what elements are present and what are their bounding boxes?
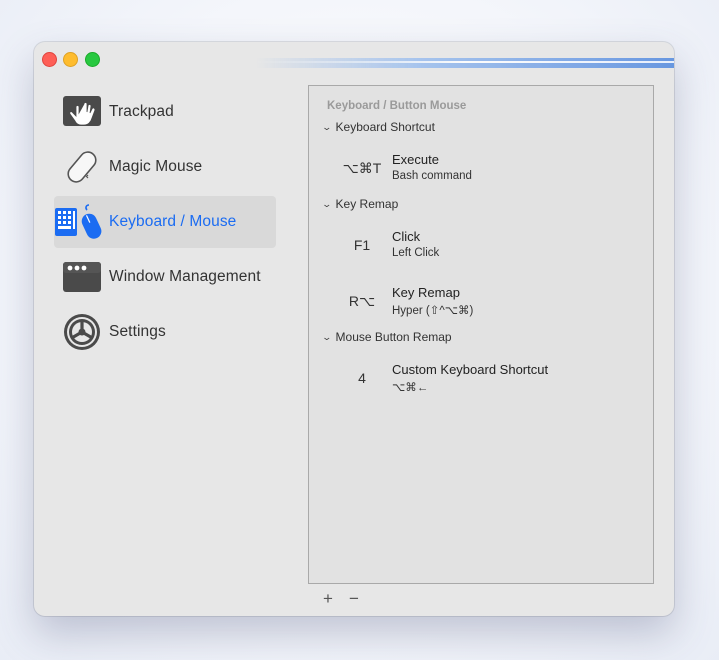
list-item[interactable]: R⌥ Key Remap Hyper (⇧^⌥⌘): [309, 283, 653, 323]
sidebar-item-keyboard-mouse[interactable]: Keyboard / Mouse: [54, 196, 276, 248]
group-keyboard-shortcut[interactable]: ⌄ Keyboard Shortcut: [321, 120, 435, 134]
group-mouse-button-remap[interactable]: ⌄ Mouse Button Remap: [321, 330, 452, 344]
list-item[interactable]: ⌥⌘T Execute Bash command: [309, 150, 653, 190]
shortcut-key: 4: [358, 370, 366, 386]
sidebar-item-window-management[interactable]: Window Management: [54, 251, 276, 303]
list-item[interactable]: 4 Custom Keyboard Shortcut ⌥⌘←: [309, 360, 653, 400]
group-title: Mouse Button Remap: [335, 330, 452, 344]
settings-gear-icon: [62, 312, 102, 352]
shortcut-key: ⌥⌘T: [342, 160, 382, 176]
zoom-window-button[interactable]: [85, 52, 100, 67]
sidebar: Trackpad Magic Mouse Keyboard / Mouse Wi…: [54, 86, 276, 361]
sidebar-item-label: Keyboard / Mouse: [109, 213, 237, 230]
shortcuts-panel: Keyboard / Button Mouse ⌄ Keyboard Short…: [308, 85, 654, 584]
sidebar-item-label: Trackpad: [109, 103, 174, 120]
sidebar-item-label: Window Management: [109, 268, 261, 285]
sidebar-item-label: Settings: [109, 323, 166, 340]
add-button[interactable]: +: [319, 590, 337, 608]
minimize-window-button[interactable]: [63, 52, 78, 67]
trackpad-icon: [62, 92, 102, 132]
window-management-icon: [62, 257, 102, 297]
action-title: Execute: [392, 152, 439, 167]
action-subtitle: Bash command: [392, 170, 472, 182]
chevron-down-icon: ⌄: [321, 121, 333, 132]
list-item[interactable]: F1 Click Left Click: [309, 227, 653, 267]
close-window-button[interactable]: [42, 52, 57, 67]
list-controls: + −: [319, 590, 363, 608]
group-title: Keyboard Shortcut: [335, 120, 435, 134]
action-title: Key Remap: [392, 285, 460, 300]
action-title: Custom Keyboard Shortcut: [392, 362, 549, 377]
chevron-down-icon: ⌄: [321, 331, 333, 342]
action-subtitle: Left Click: [392, 247, 440, 259]
title-bar-highlight: [254, 58, 674, 68]
action-subtitle: ⌥⌘←: [392, 382, 429, 394]
sidebar-item-settings[interactable]: Settings: [54, 306, 276, 358]
sidebar-item-label: Magic Mouse: [109, 158, 203, 175]
sidebar-item-magic-mouse[interactable]: Magic Mouse: [54, 141, 276, 193]
action-title: Click: [392, 229, 421, 244]
app-window: Trackpad Magic Mouse Keyboard / Mouse Wi…: [34, 42, 674, 616]
panel-header: Keyboard / Button Mouse: [327, 100, 467, 112]
chevron-down-icon: ⌄: [321, 198, 333, 209]
shortcut-key: R⌥: [348, 293, 376, 309]
magic-mouse-icon: [62, 147, 102, 187]
group-key-remap[interactable]: ⌄ Key Remap: [321, 197, 399, 211]
remove-button[interactable]: −: [345, 590, 363, 608]
keyboard-mouse-icon: [54, 202, 104, 242]
sidebar-item-trackpad[interactable]: Trackpad: [54, 86, 276, 138]
title-bar[interactable]: [34, 42, 674, 74]
shortcut-key: F1: [353, 237, 371, 253]
group-title: Key Remap: [335, 197, 399, 211]
action-subtitle: Hyper (⇧^⌥⌘): [392, 305, 474, 317]
